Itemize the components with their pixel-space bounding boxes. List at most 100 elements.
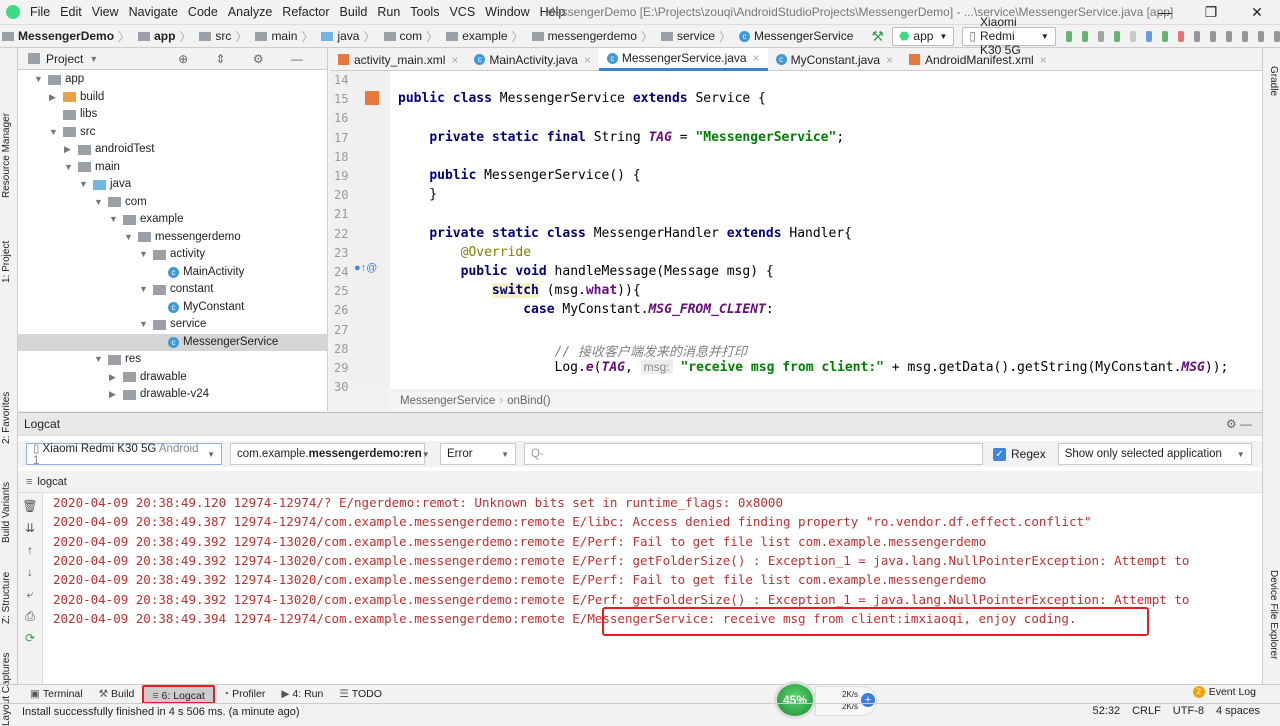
breadcrumb-item[interactable]: MessengerDemo 〉 [2, 28, 134, 45]
tree-item[interactable]: ▼ com [18, 194, 147, 211]
tab-activity-main-xml[interactable]: activity_main.xml × [330, 48, 466, 71]
debug-icon[interactable] [1113, 30, 1120, 42]
debug-attach-icon[interactable] [1161, 30, 1168, 42]
menu-window[interactable]: Window [485, 5, 529, 19]
tree-item[interactable]: ▼ java [18, 176, 131, 193]
chevron-down-icon[interactable]: ▼ [64, 159, 78, 176]
chevron-down-icon[interactable]: ▼ [139, 246, 153, 263]
breadcrumb-item[interactable]: example 〉 [446, 28, 527, 45]
tree-item[interactable]: libs [18, 106, 97, 123]
class-gutter-icon[interactable] [365, 91, 379, 105]
breadcrumb-item[interactable]: src 〉 [199, 28, 251, 45]
breadcrumb-item[interactable]: service 〉 [660, 28, 735, 45]
apply-changes-icon[interactable] [1065, 30, 1072, 42]
menu-navigate[interactable]: Navigate [129, 5, 178, 19]
project-view-selector[interactable]: Project [46, 52, 83, 66]
tab-myconstant-java[interactable]: c MyConstant.java × [768, 48, 901, 71]
breadcrumb-item[interactable]: java 〉 [321, 28, 379, 45]
menu-code[interactable]: Code [188, 5, 218, 19]
stop-icon[interactable] [1177, 30, 1184, 42]
breadcrumb-class[interactable]: MessengerService [400, 395, 495, 407]
sync-icon[interactable] [1193, 30, 1200, 42]
breadcrumb-item[interactable]: main 〉 [255, 28, 317, 45]
menu-vcs[interactable]: VCS [449, 5, 475, 19]
chevron-right-icon[interactable]: ▶ [109, 369, 123, 386]
tree-item[interactable]: c MainActivity [18, 264, 244, 281]
tree-item[interactable]: ▼ app [18, 71, 84, 88]
tree-item[interactable]: ▼ activity [18, 246, 205, 263]
search-icon[interactable] [1274, 30, 1280, 42]
menu-analyze[interactable]: Analyze [228, 5, 272, 19]
tree-item[interactable]: ▶ drawable-v24 [18, 386, 209, 403]
chevron-down-icon[interactable]: ▼ [124, 229, 138, 246]
right-tool-device-file-explorer[interactable]: Device File Explorer [1268, 570, 1279, 659]
tree-item[interactable]: ▼ res [18, 351, 141, 368]
arrow-up-icon[interactable]: ↑ [18, 539, 42, 561]
print-icon[interactable]: ⎙ [18, 605, 42, 627]
device-dropdown[interactable]: ▯ Xiaomi Redmi K30 5G ▼ [962, 15, 1056, 57]
gear-icon[interactable]: ⚙ — [1226, 413, 1252, 436]
tree-item[interactable]: ▼ example [18, 211, 183, 228]
override-gutter-icon[interactable]: ●↑@ [354, 262, 377, 274]
tab-mainactivity-java[interactable]: c MainActivity.java × [466, 48, 599, 71]
chevron-down-icon[interactable]: ▼ [34, 71, 48, 88]
menu-file[interactable]: File [30, 5, 50, 19]
breadcrumb-item[interactable]: com 〉 [383, 28, 443, 45]
menu-tools[interactable]: Tools [410, 5, 439, 19]
run-config-dropdown[interactable]: ⬣ app ▼ [891, 26, 955, 46]
tree-item[interactable]: ▼ main [18, 159, 120, 176]
left-tool-favorites[interactable]: 2: Favorites [1, 392, 12, 444]
close-icon[interactable]: × [451, 53, 458, 67]
tool-tab-terminal[interactable]: ▣ Terminal [22, 685, 91, 704]
restart-icon[interactable]: ⟳ [18, 627, 42, 649]
left-tool-resourcemanager[interactable]: Resource Manager [1, 113, 12, 198]
code-editor[interactable]: public class MessengerService extends Se… [390, 71, 1262, 389]
chevron-right-icon[interactable]: ▶ [49, 89, 63, 106]
chevron-down-icon[interactable]: ▼ [79, 176, 93, 193]
breadcrumb-method[interactable]: onBind() [507, 395, 550, 407]
chevron-down-icon[interactable]: ▼ [109, 211, 123, 228]
close-icon[interactable]: × [584, 53, 591, 67]
close-icon[interactable]: × [753, 51, 760, 65]
tab-logcat[interactable]: logcat [37, 476, 66, 488]
line-separator[interactable]: CRLF [1132, 703, 1161, 720]
tool-tab-run[interactable]: ▶ 4: Run [273, 685, 331, 704]
tree-item[interactable]: ▼ service [18, 316, 206, 333]
attach-icon[interactable] [1129, 30, 1136, 42]
project-panel-actions[interactable]: ⊕ ⇕ ⚙ — [178, 52, 315, 66]
menu-run[interactable]: Run [377, 5, 400, 19]
chevron-right-icon[interactable]: ▶ [109, 386, 123, 403]
apply-code-changes-icon[interactable] [1081, 30, 1088, 42]
left-tool-zstructure[interactable]: Z: Structure [1, 572, 12, 624]
tree-item[interactable]: ▶ androidTest [18, 141, 154, 158]
menu-build[interactable]: Build [340, 5, 368, 19]
chevron-down-icon[interactable]: ▼ [49, 124, 63, 141]
log-level-dropdown[interactable]: Error ▼ [440, 443, 516, 465]
chevron-down-icon[interactable]: ▼ [94, 351, 108, 368]
breadcrumb-item[interactable]: app 〉 [138, 28, 195, 45]
tool-tab-logcat[interactable]: ≡ 6: Logcat [142, 684, 215, 704]
logcat-icon[interactable] [1097, 30, 1104, 42]
maximize-button[interactable]: ❐ [1188, 0, 1234, 24]
breadcrumb-item[interactable]: messengerdemo 〉 [531, 28, 657, 45]
tree-item[interactable]: c MyConstant [18, 299, 244, 316]
avd-manager-icon[interactable] [1209, 30, 1216, 42]
build-hammer-icon[interactable]: ⚒ [871, 28, 884, 45]
device-manager-icon[interactable] [1241, 30, 1248, 42]
chevron-down-icon[interactable]: ▼ [94, 194, 108, 211]
close-button[interactable]: ✕ [1234, 0, 1280, 24]
tree-item[interactable]: c MessengerService [18, 333, 328, 351]
tree-item[interactable]: ▼ constant [18, 281, 213, 298]
tree-item[interactable]: ▼ src [18, 124, 95, 141]
tool-tab-todo[interactable]: ☰ TODO [331, 685, 390, 704]
close-icon[interactable]: × [886, 53, 893, 67]
tab-androidmanifest-xml[interactable]: AndroidManifest.xml × [901, 48, 1055, 71]
menu-edit[interactable]: Edit [60, 5, 82, 19]
tool-tab-build[interactable]: ⚒ Build [91, 685, 143, 704]
tab-messengerservice-java[interactable]: c MessengerService.java × [598, 48, 768, 71]
process-dropdown[interactable]: com.example.messengerdemo:ren ▼ [230, 443, 430, 465]
soft-wrap-icon[interactable]: ⤶ [18, 583, 42, 605]
layout-inspector-icon[interactable] [1257, 30, 1264, 42]
tree-item[interactable]: ▶ drawable [18, 369, 187, 386]
left-tool-project[interactable]: 1: Project [1, 241, 12, 283]
